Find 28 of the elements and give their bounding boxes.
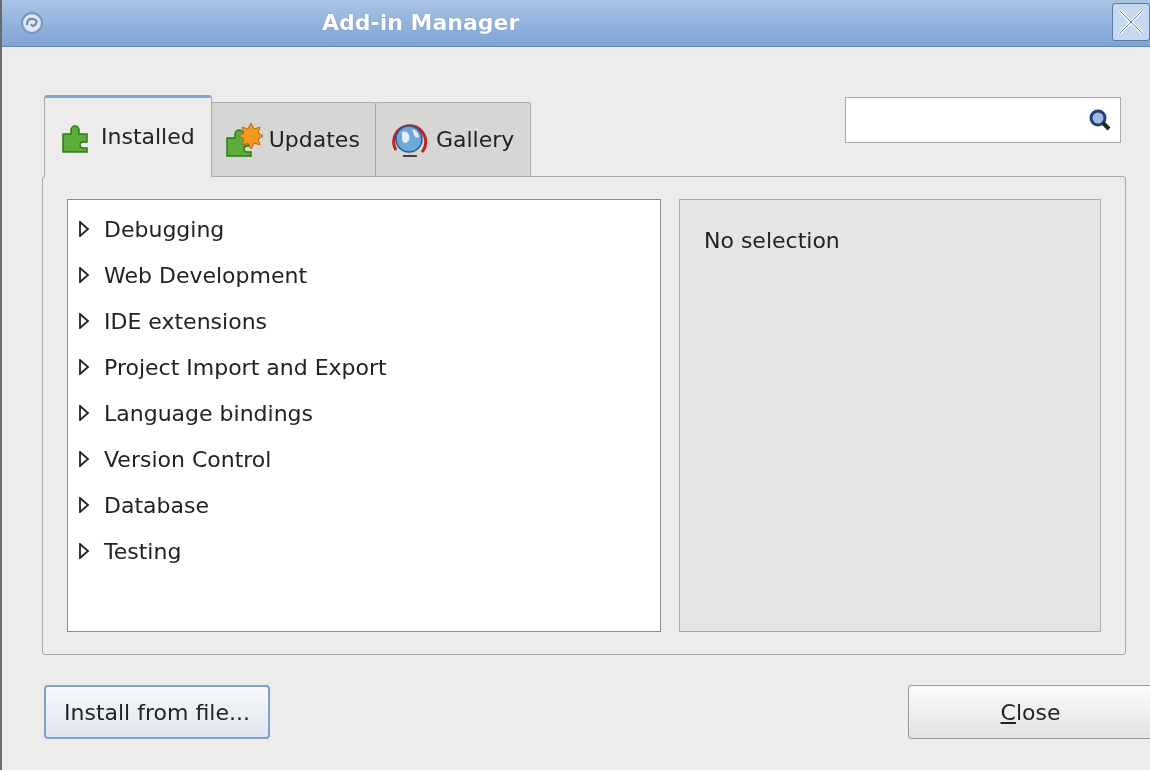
tree-item[interactable]: Testing (78, 528, 660, 574)
collapsed-arrow-icon[interactable] (78, 267, 90, 283)
collapsed-arrow-icon[interactable] (78, 451, 90, 467)
tree-item[interactable]: Version Control (78, 436, 660, 482)
tab[interactable]: Gallery (374, 102, 532, 176)
collapsed-arrow-icon[interactable] (78, 497, 90, 513)
app-icon (20, 11, 44, 35)
collapsed-arrow-icon[interactable] (78, 543, 90, 559)
window-title: Add-in Manager (322, 10, 520, 35)
collapsed-arrow-icon[interactable] (78, 221, 90, 237)
button[interactable]: Install from file... (44, 685, 270, 739)
tree-item[interactable]: Web Development (78, 252, 660, 298)
search-field[interactable] (845, 97, 1121, 143)
close-icon[interactable] (1112, 3, 1150, 41)
tree-item[interactable]: IDE extensions (78, 298, 660, 344)
details-text: No selection (704, 228, 840, 253)
tree-item[interactable]: Debugging (78, 206, 660, 252)
tab[interactable]: Installed (44, 95, 212, 177)
tree-item[interactable]: Database (78, 482, 660, 528)
collapsed-arrow-icon[interactable] (78, 359, 90, 375)
tab[interactable]: Updates (209, 102, 377, 176)
search-icon (1088, 108, 1112, 132)
collapsed-arrow-icon[interactable] (78, 405, 90, 421)
collapsed-arrow-icon[interactable] (78, 313, 90, 329)
tree-item[interactable]: Language bindings (78, 390, 660, 436)
puzzle-star-icon (224, 121, 263, 158)
tree-item[interactable]: Project Import and Export (78, 344, 660, 390)
button[interactable]: Close (908, 685, 1150, 739)
